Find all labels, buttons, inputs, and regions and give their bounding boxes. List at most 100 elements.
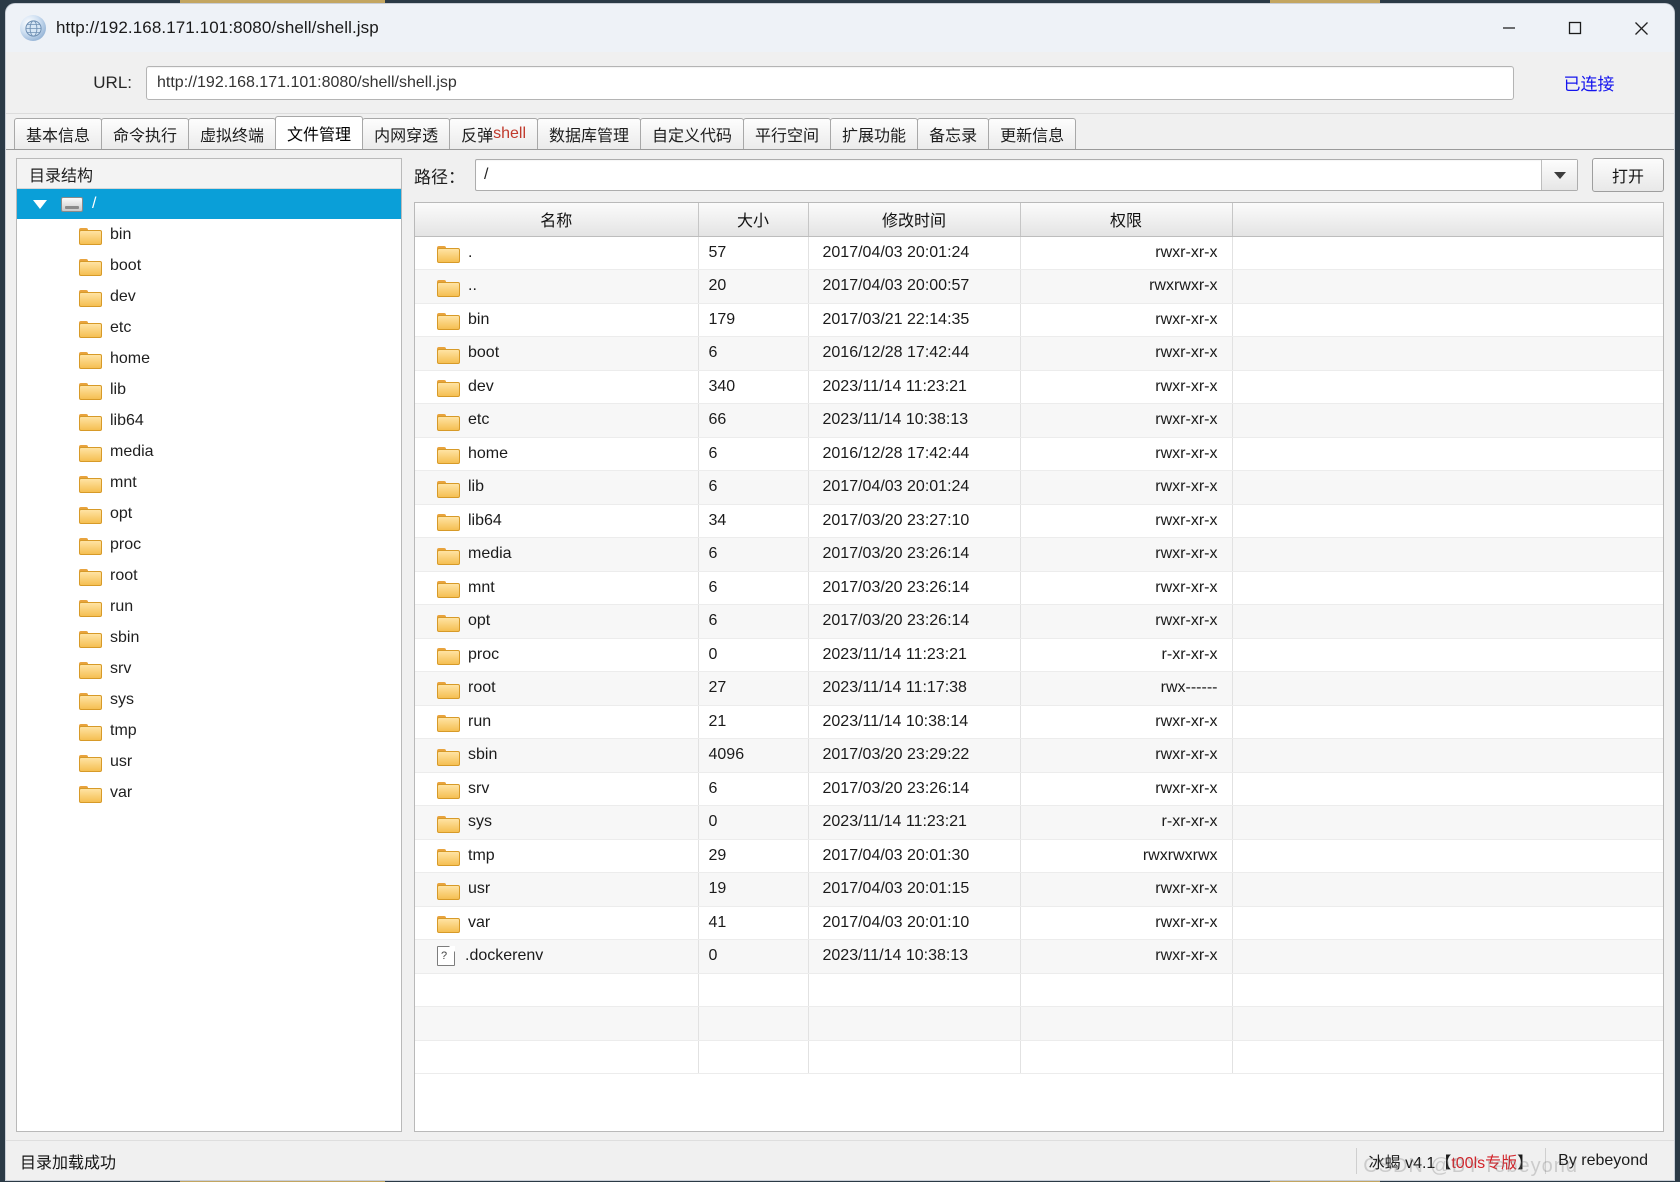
table-row[interactable]: sys 0 2023/11/14 11:23:21 r-xr-xr-x bbox=[415, 805, 1663, 840]
table-row[interactable]: .dockerenv 02023/11/14 10:38:13rwxr-xr-x bbox=[415, 939, 1663, 974]
chevron-down-icon[interactable] bbox=[33, 199, 47, 209]
tree-node-bin[interactable]: bin bbox=[17, 219, 401, 250]
tab-2[interactable]: 虚拟终端 bbox=[188, 118, 277, 149]
folder-icon bbox=[79, 226, 102, 245]
cell-extra bbox=[1232, 671, 1663, 706]
tab-label: 虚拟终端 bbox=[200, 128, 265, 145]
tab-6[interactable]: 数据库管理 bbox=[537, 118, 642, 149]
folder-icon bbox=[79, 691, 102, 710]
table-row[interactable]: run 21 2023/11/14 10:38:14 rwxr-xr-x bbox=[415, 705, 1663, 739]
tree-node-media[interactable]: media bbox=[17, 436, 401, 467]
tab-3[interactable]: 文件管理 bbox=[275, 116, 364, 149]
tab-5[interactable]: 反弹 shell bbox=[449, 118, 538, 149]
cell-empty bbox=[415, 973, 699, 1007]
column-header-1[interactable]: 大小 bbox=[698, 203, 809, 237]
folder-icon bbox=[437, 613, 460, 632]
table-row[interactable]: usr 19 2017/04/03 20:01:15 rwxr-xr-x bbox=[415, 872, 1663, 907]
tab-label: 数据库管理 bbox=[549, 128, 630, 145]
file-table-body: . 57 2017/04/03 20:01:24 rwxr-xr-x.. 20 2017/… bbox=[415, 236, 1663, 1074]
tab-11[interactable]: 更新信息 bbox=[988, 118, 1077, 149]
folder-icon bbox=[437, 747, 460, 766]
tree-node-opt[interactable]: opt bbox=[17, 498, 401, 529]
folder-icon bbox=[79, 784, 102, 803]
table-row[interactable]: root 27 2023/11/14 11:17:38 rwx------ bbox=[415, 671, 1663, 706]
tree-node-proc[interactable]: proc bbox=[17, 529, 401, 560]
table-row[interactable]: opt 6 2017/03/20 23:26:14 rwxr-xr-x bbox=[415, 604, 1663, 639]
tree-node-sys[interactable]: sys bbox=[17, 684, 401, 715]
table-row[interactable]: bin 179 2017/03/21 22:14:35 rwxr-xr-x bbox=[415, 303, 1663, 337]
maximize-button[interactable] bbox=[1542, 4, 1608, 52]
cell-empty bbox=[1232, 973, 1663, 1007]
cell-empty bbox=[698, 973, 809, 1007]
cell-mtime: 2023/11/14 10:38:14 bbox=[808, 705, 1021, 739]
tree-node-home[interactable]: home bbox=[17, 343, 401, 374]
tree-node-boot[interactable]: boot bbox=[17, 250, 401, 281]
table-row[interactable]: var 41 2017/04/03 20:01:10 rwxr-xr-x bbox=[415, 906, 1663, 940]
tree-node-srv[interactable]: srv bbox=[17, 653, 401, 684]
url-input[interactable] bbox=[146, 65, 1514, 100]
table-row[interactable]: media 6 2017/03/20 23:26:14 rwxr-xr-x bbox=[415, 537, 1663, 572]
tree-node-root[interactable]: / bbox=[17, 189, 401, 219]
cell-name: lib bbox=[415, 470, 699, 505]
table-row[interactable]: boot 6 2016/12/28 17:42:44 rwxr-xr-x bbox=[415, 336, 1663, 371]
cell-name: opt bbox=[415, 604, 699, 639]
tree-node-tmp[interactable]: tmp bbox=[17, 715, 401, 746]
tree-node-label: lib bbox=[110, 380, 127, 398]
table-row[interactable]: mnt 6 2017/03/20 23:26:14 rwxr-xr-x bbox=[415, 571, 1663, 605]
tree-node-var[interactable]: var bbox=[17, 777, 401, 808]
cell-name: proc bbox=[415, 638, 699, 672]
status-bar: 目录加载成功 冰蝎 v4.1【 t00ls专版】 By rebeyond CSDN… bbox=[6, 1140, 1674, 1180]
tree-node-run[interactable]: run bbox=[17, 591, 401, 622]
tree-node-mnt[interactable]: mnt bbox=[17, 467, 401, 498]
cell-empty bbox=[698, 1040, 809, 1074]
table-row[interactable]: etc 66 2023/11/14 10:38:13 rwxr-xr-x bbox=[415, 403, 1663, 438]
tree-node-lib[interactable]: lib bbox=[17, 374, 401, 405]
cell-name: . bbox=[415, 236, 699, 270]
tab-7[interactable]: 自定义代码 bbox=[640, 118, 745, 149]
table-row[interactable]: lib64 34 2017/03/20 23:27:10 rwxr-xr-x bbox=[415, 504, 1663, 538]
folder-icon bbox=[437, 345, 460, 364]
table-row[interactable]: dev 340 2023/11/14 11:23:21 rwxr-xr-x bbox=[415, 370, 1663, 404]
table-row[interactable]: home 6 2016/12/28 17:42:44 rwxr-xr-x bbox=[415, 437, 1663, 471]
table-row[interactable]: sbin 4096 2017/03/20 23:29:22 rwxr-xr-x bbox=[415, 738, 1663, 773]
path-input[interactable] bbox=[476, 160, 1541, 190]
tree-node-root[interactable]: root bbox=[17, 560, 401, 591]
file-name: var bbox=[468, 913, 491, 931]
table-row[interactable]: proc 0 2023/11/14 11:23:21 r-xr-xr-x bbox=[415, 638, 1663, 672]
tree-node-etc[interactable]: etc bbox=[17, 312, 401, 343]
tab-4[interactable]: 内网穿透 bbox=[362, 118, 451, 149]
table-row[interactable]: . 57 2017/04/03 20:01:24 rwxr-xr-x bbox=[415, 236, 1663, 270]
column-header-4[interactable] bbox=[1232, 203, 1663, 237]
tree-node-lib64[interactable]: lib64 bbox=[17, 405, 401, 436]
tab-label: 平行空间 bbox=[755, 128, 820, 145]
cell-permission: rwxr-xr-x bbox=[1020, 403, 1233, 438]
cell-name: sbin bbox=[415, 738, 699, 773]
tab-10[interactable]: 备忘录 bbox=[917, 118, 990, 149]
tab-label: 命令执行 bbox=[113, 128, 178, 145]
column-header-3[interactable]: 权限 bbox=[1020, 203, 1233, 237]
cell-size: 21 bbox=[698, 705, 809, 739]
table-row[interactable]: .. 20 2017/04/03 20:00:57 rwxrwxr-x bbox=[415, 269, 1663, 304]
tab-9[interactable]: 扩展功能 bbox=[830, 118, 919, 149]
chevron-down-icon[interactable] bbox=[1541, 160, 1577, 190]
table-row[interactable]: tmp 29 2017/04/03 20:01:30 rwxrwxrwx bbox=[415, 839, 1663, 873]
open-button[interactable]: 打开 bbox=[1592, 158, 1664, 192]
close-button[interactable] bbox=[1608, 4, 1674, 52]
folder-icon bbox=[79, 536, 102, 555]
table-row[interactable]: srv 6 2017/03/20 23:26:14 rwxr-xr-x bbox=[415, 772, 1663, 806]
column-header-2[interactable]: 修改时间 bbox=[808, 203, 1021, 237]
minimize-button[interactable] bbox=[1476, 4, 1542, 52]
cell-mtime: 2017/03/20 23:29:22 bbox=[808, 738, 1021, 773]
file-name: .dockerenv bbox=[465, 947, 544, 965]
tree-node-sbin[interactable]: sbin bbox=[17, 622, 401, 653]
tab-8[interactable]: 平行空间 bbox=[743, 118, 832, 149]
tab-0[interactable]: 基本信息 bbox=[14, 118, 103, 149]
tab-1[interactable]: 命令执行 bbox=[101, 118, 190, 149]
tree-node-usr[interactable]: usr bbox=[17, 746, 401, 777]
table-row[interactable]: lib 6 2017/04/03 20:01:24 rwxr-xr-x bbox=[415, 470, 1663, 505]
path-combobox[interactable] bbox=[475, 159, 1578, 191]
tree-node-dev[interactable]: dev bbox=[17, 281, 401, 312]
column-header-0[interactable]: 名称 bbox=[415, 203, 699, 237]
cell-permission: rwxr-xr-x bbox=[1020, 537, 1233, 572]
brand-suffix: 】 bbox=[1517, 1154, 1534, 1172]
